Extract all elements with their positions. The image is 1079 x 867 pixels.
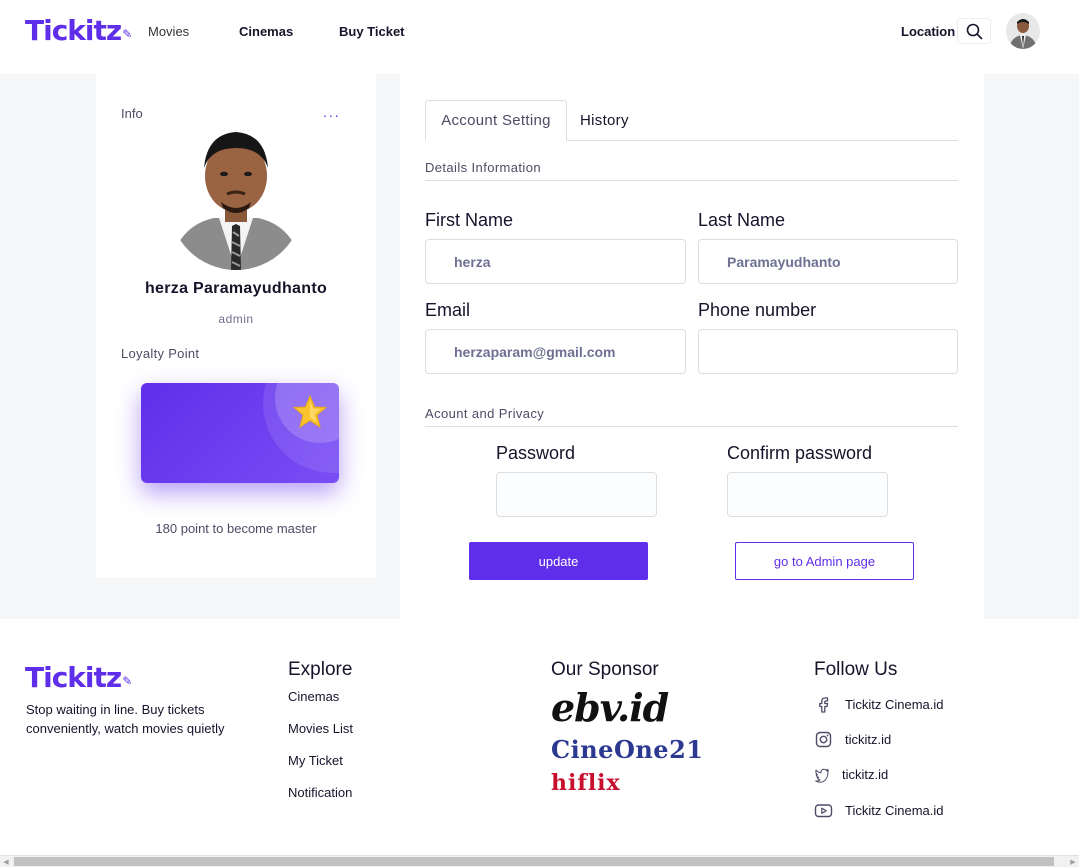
user-avatar[interactable]: [1006, 13, 1040, 49]
footer-link-cinemas[interactable]: Cinemas: [288, 689, 339, 704]
phone-number-input[interactable]: [698, 329, 958, 374]
youtube-icon: [814, 804, 833, 818]
details-information-title: Details Information: [425, 160, 958, 181]
scroll-right-icon[interactable]: ▶: [1067, 856, 1079, 867]
admin-page-button[interactable]: go to Admin page: [735, 542, 914, 580]
footer-brand-logo[interactable]: Tickitz✎: [25, 661, 132, 694]
profile-info-card: Info ... herza Paramayudhanto admin Loya…: [96, 74, 376, 578]
scroll-left-icon[interactable]: ◀: [0, 856, 12, 867]
password-input[interactable]: [496, 472, 657, 517]
horizontal-scrollbar[interactable]: ◀ ▶: [0, 855, 1079, 867]
profile-role: admin: [218, 312, 254, 326]
search-button[interactable]: [957, 18, 991, 44]
first-name-input[interactable]: [425, 239, 686, 284]
password-label: Password: [496, 443, 576, 463]
facebook-icon: [819, 697, 829, 713]
loyalty-point-label: Loyalty Point: [121, 346, 200, 361]
social-twitter[interactable]: tickitz.id: [814, 765, 888, 784]
last-name-label: Last Name: [698, 210, 786, 230]
confirm-password-label: Confirm password: [727, 443, 873, 463]
footer-link-movies-list[interactable]: Movies List: [288, 721, 353, 736]
brand-logo[interactable]: Tickitz✎: [25, 14, 132, 47]
ticket-pen-icon: ✎: [122, 27, 132, 41]
search-icon: [966, 23, 982, 39]
twitter-icon: [815, 768, 829, 783]
account-privacy-title: Acount and Privacy: [425, 406, 958, 427]
nav-buy-ticket[interactable]: Buy Ticket: [339, 24, 405, 39]
more-options-icon[interactable]: ...: [323, 104, 341, 120]
profile-photo: [169, 126, 303, 270]
footer-tagline: Stop waiting in line. Buy tickets conven…: [26, 702, 225, 736]
sponsor-logo-ebv[interactable]: ebv.id: [551, 685, 669, 730]
email-input[interactable]: [425, 329, 686, 374]
phone-number-label: Phone number: [698, 300, 817, 320]
sponsor-logo-cineone21[interactable]: CineOne21: [551, 735, 703, 764]
loyalty-progress-text: 180 point to become master: [155, 521, 317, 536]
profile-name: herza Paramayudhanto: [144, 280, 328, 297]
footer-link-my-ticket[interactable]: My Ticket: [288, 753, 343, 768]
sponsor-logo-hiflix[interactable]: hiflix: [551, 770, 621, 796]
settings-tabs: Account Setting History: [425, 100, 958, 141]
social-instagram[interactable]: tickitz.id: [814, 730, 891, 749]
first-name-label: First Name: [425, 210, 514, 230]
scrollbar-thumb[interactable]: [14, 857, 1054, 866]
account-settings-card: Account Setting History Details Informat…: [400, 74, 984, 619]
update-button[interactable]: update: [469, 542, 648, 580]
social-facebook[interactable]: Tickitz Cinema.id: [814, 695, 943, 714]
footer-link-notification[interactable]: Notification: [288, 785, 352, 800]
social-label: Tickitz Cinema.id: [845, 697, 944, 712]
confirm-password-input[interactable]: [727, 472, 888, 517]
social-youtube[interactable]: Tickitz Cinema.id: [814, 801, 943, 820]
footer: Tickitz✎ Stop waiting in line. Buy ticke…: [0, 619, 1079, 855]
social-label: tickitz.id: [842, 767, 889, 782]
ticket-pen-icon: ✎: [122, 674, 132, 688]
loyalty-card: [141, 383, 339, 483]
instagram-icon: [815, 731, 832, 748]
social-label: Tickitz Cinema.id: [845, 803, 944, 818]
last-name-input[interactable]: [698, 239, 958, 284]
sponsor-heading: Our Sponsor: [551, 659, 659, 680]
social-label: tickitz.id: [845, 732, 892, 747]
tab-account-setting[interactable]: Account Setting: [425, 100, 567, 141]
email-label: Email: [425, 300, 471, 320]
star-icon: [292, 394, 328, 429]
tab-history[interactable]: History: [580, 100, 629, 141]
nav-cinemas[interactable]: Cinemas: [239, 24, 293, 39]
info-label: Info: [121, 106, 143, 121]
top-navbar: Tickitz✎ Movies Cinemas Buy Ticket Locat…: [0, 0, 1079, 74]
location-dropdown[interactable]: Location: [901, 24, 955, 39]
nav-movies[interactable]: Movies: [148, 24, 189, 39]
follow-us-heading: Follow Us: [814, 659, 898, 680]
explore-heading: Explore: [288, 659, 353, 680]
